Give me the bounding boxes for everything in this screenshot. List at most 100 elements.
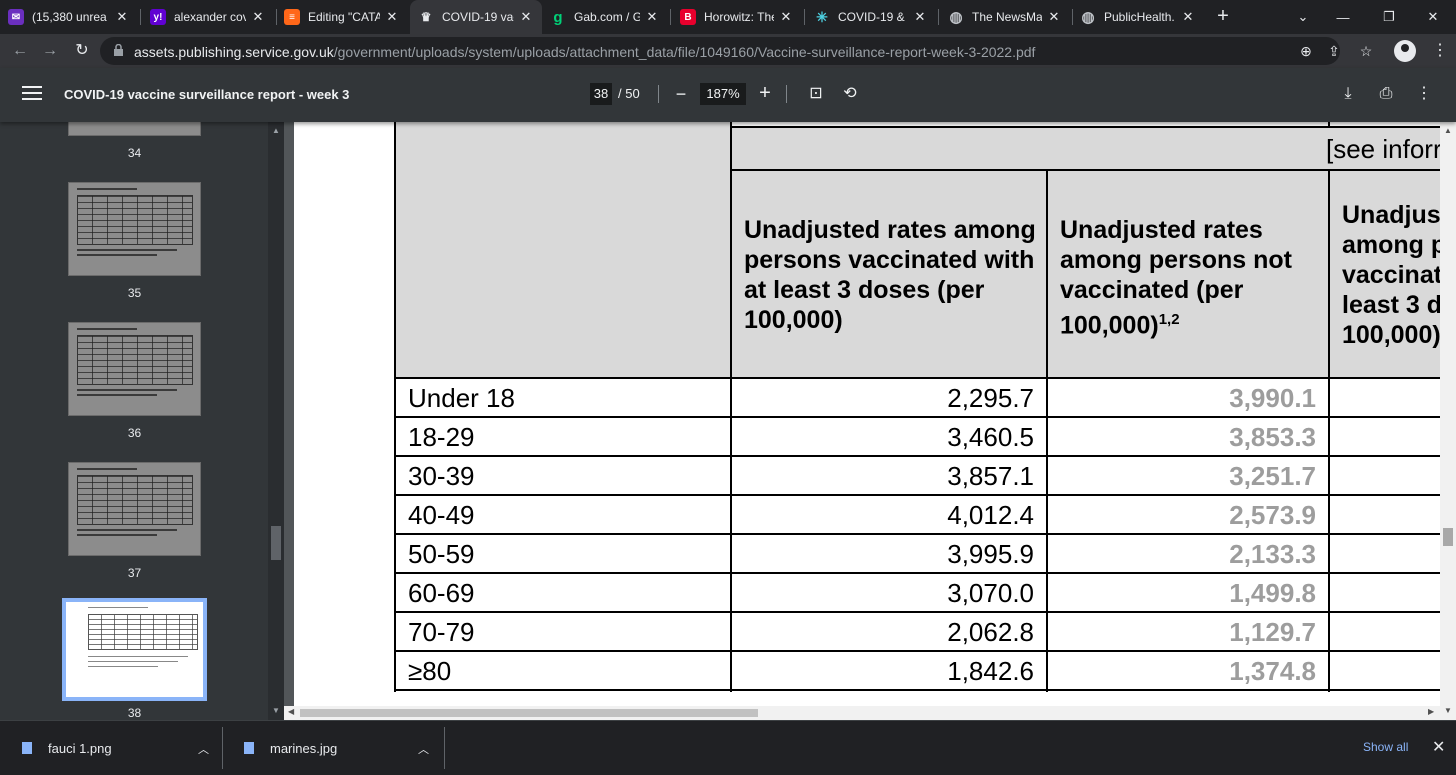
zoom-out-button[interactable]: − (672, 83, 690, 105)
tab-title: COVID-19 & V (838, 10, 908, 24)
crown-icon: ♛ (420, 10, 432, 24)
restore-button[interactable]: ❐ (1366, 0, 1412, 34)
thumbnail-number: 38 (127, 706, 142, 720)
share-icon[interactable]: ⇪ (1324, 41, 1344, 61)
thumbnail-number: 35 (127, 286, 142, 300)
tab-yahoo[interactable]: y! alexander cov ✕ (150, 0, 274, 34)
back-button[interactable]: ← (8, 39, 32, 63)
rate-unvaccinated-cell: 2,573.9 (1229, 500, 1316, 530)
col-header-line: 100,000) (1342, 321, 1440, 349)
table-row: 40-49 4,012.4 2,573.9 (294, 495, 1440, 535)
tab-title: PublicHealth. (1104, 10, 1175, 24)
print-icon[interactable]: ⎙ (1376, 84, 1396, 104)
col-header-line: vaccinat (1342, 261, 1440, 289)
chevron-up-icon[interactable]: ︿ (198, 741, 209, 757)
close-icon[interactable]: ✕ (778, 9, 794, 25)
rate-vaccinated-cell: 4,012.4 (947, 500, 1034, 530)
zoom-level-input[interactable]: 187% (700, 83, 746, 105)
tab-substack[interactable]: ≡ Editing "CATA ✕ (284, 0, 408, 34)
sidebar-menu-icon[interactable] (22, 86, 42, 102)
header-blank-cell (394, 122, 731, 378)
thumbnail-page-active[interactable] (62, 598, 207, 701)
new-tab-button[interactable]: + (1212, 6, 1234, 28)
more-options-icon[interactable]: ⋮ (1414, 84, 1434, 104)
close-icon[interactable]: ✕ (384, 9, 400, 25)
close-icon[interactable]: ✕ (518, 9, 534, 25)
close-window-button[interactable]: ✕ (1410, 0, 1456, 34)
viewer-horizontal-scrollbar[interactable]: ◀ ▶ (284, 706, 1440, 720)
minimize-button[interactable]: — (1320, 0, 1366, 34)
bookmark-star-icon[interactable]: ☆ (1356, 41, 1376, 61)
fit-page-icon[interactable]: ⊡ (806, 84, 826, 104)
close-icon[interactable]: ✕ (912, 9, 928, 25)
page-number-input[interactable]: 38 (590, 83, 612, 105)
yahoo-icon: y! (150, 9, 166, 25)
substack-icon: ≡ (284, 9, 300, 25)
tab-title: (15,380 unrea (32, 10, 107, 24)
forward-button[interactable]: → (38, 39, 62, 63)
thumbnail-sidebar: 34 35 36 37 38 (0, 122, 268, 720)
reload-button[interactable]: ↻ (70, 39, 94, 63)
tab-publichealth[interactable]: ◍ PublicHealth. ✕ (1080, 0, 1204, 34)
image-file-icon (22, 742, 32, 754)
tab-covid-report[interactable]: ♛ COVID-19 vacc ✕ (410, 0, 542, 34)
pdf-toolbar: COVID-19 vaccine surveillance report - w… (0, 68, 1456, 122)
star-icon: ✳ (816, 8, 828, 25)
browser-menu-icon[interactable]: ⋮ (1432, 40, 1448, 60)
thumbnail-number: 34 (127, 146, 142, 160)
tab-strip: ✉ (15,380 unrea ✕ y! alexander cov ✕ ≡ E… (0, 0, 1456, 34)
address-bar[interactable]: assets.publishing.service.gov.uk/governm… (100, 37, 1372, 65)
download-item[interactable]: marines.jpg ︿ (244, 721, 440, 775)
rate-vaccinated-cell: 3,070.0 (947, 578, 1034, 608)
table-row: 60-69 3,070.0 1,499.8 (294, 573, 1440, 613)
close-icon[interactable]: ✕ (1180, 9, 1196, 25)
rate-unvaccinated-cell: 2,133.3 (1229, 539, 1316, 569)
tab-covid-v[interactable]: ✳ COVID-19 & V ✕ (814, 0, 936, 34)
close-icon[interactable]: ✕ (114, 9, 130, 25)
globe-icon: ◍ (1081, 9, 1095, 26)
tab-gab[interactable]: g Gab.com / Gal ✕ (550, 0, 668, 34)
thumbnail-page[interactable] (68, 462, 201, 556)
blaze-icon: B (680, 9, 696, 25)
rotate-icon[interactable]: ⟲ (840, 84, 860, 104)
thumbnail-page[interactable] (68, 122, 201, 136)
tab-blaze[interactable]: B Horowitz: The ✕ (680, 0, 802, 34)
sidebar-scrollbar[interactable]: ▲ ▼ (268, 122, 284, 720)
profile-avatar[interactable] (1394, 40, 1416, 62)
tab-title: Gab.com / Gal (574, 10, 640, 24)
rate-vaccinated-cell: 3,995.9 (947, 539, 1034, 569)
rate-vaccinated-cell: 3,857.1 (947, 461, 1034, 491)
rate-unvaccinated-cell: 3,251.7 (1229, 461, 1316, 491)
download-icon[interactable]: ⤓ (1338, 84, 1358, 104)
chevron-up-icon[interactable]: ︿ (418, 741, 429, 757)
table-row: 70-79 2,062.8 1,129.7 (294, 612, 1440, 652)
col-header-line: among p (1342, 231, 1440, 259)
close-icon[interactable]: ✕ (1046, 9, 1062, 25)
download-filename: fauci 1.png (48, 740, 112, 756)
thumbnail-page[interactable] (68, 182, 201, 276)
browser-toolbar: ← → ↻ assets.publishing.service.gov.uk/g… (0, 34, 1456, 68)
close-icon[interactable]: ✕ (644, 9, 660, 25)
url-path: /government/uploads/system/uploads/attac… (333, 44, 1036, 60)
tab-title: Horowitz: The (704, 10, 774, 24)
tab-title: The NewsMak (972, 10, 1042, 24)
thumbnail-number: 36 (127, 426, 142, 440)
download-item[interactable]: fauci 1.png ︿ (22, 721, 218, 775)
age-group-cell: 40-49 (408, 500, 475, 530)
show-all-downloads-link[interactable]: Show all (1363, 740, 1408, 754)
mail-icon: ✉ (8, 9, 24, 25)
close-icon[interactable]: ✕ (250, 9, 266, 25)
url-text: assets.publishing.service.gov.uk/governm… (134, 44, 1035, 60)
rate-unvaccinated-cell: 1,129.7 (1229, 617, 1316, 647)
rate-unvaccinated-cell: 1,374.8 (1229, 656, 1316, 686)
zoom-in-button[interactable]: + (756, 82, 774, 104)
rate-vaccinated-cell: 2,295.7 (947, 383, 1034, 413)
thumbnail-page[interactable] (68, 322, 201, 416)
tab-newsmaker[interactable]: ◍ The NewsMak ✕ (948, 0, 1070, 34)
header-note: [see inforr (1326, 134, 1440, 164)
close-shelf-icon[interactable]: ✕ (1432, 737, 1445, 757)
viewer-vertical-scrollbar[interactable]: ▲ ▼ (1440, 122, 1456, 720)
table-row: 50-59 3,995.9 2,133.3 (294, 534, 1440, 574)
zoom-icon[interactable]: ⊕ (1296, 41, 1316, 61)
tab-mail[interactable]: ✉ (15,380 unrea ✕ (8, 0, 138, 34)
